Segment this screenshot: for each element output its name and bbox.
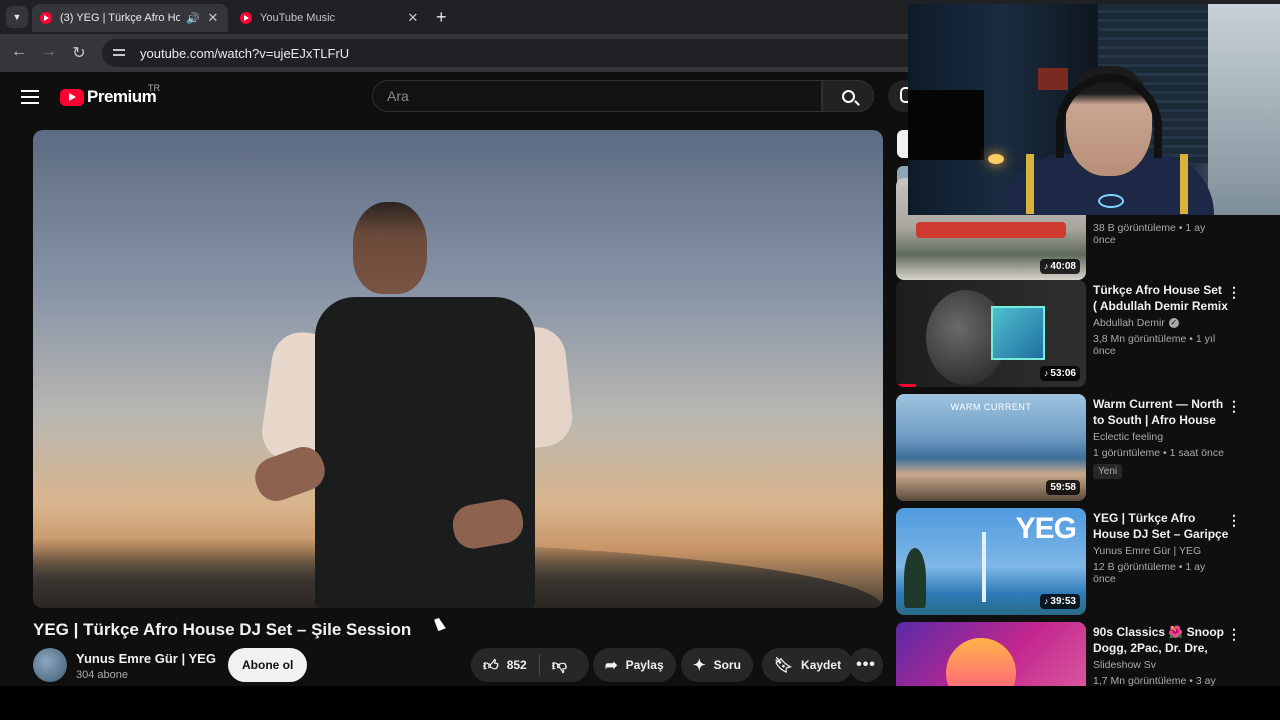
- share-arrow-icon: ➦: [605, 656, 618, 674]
- video-title: YEG | Türkçe Afro House DJ Set – Şile Se…: [33, 620, 412, 639]
- back-arrow-icon[interactable]: ←: [9, 43, 29, 61]
- address-bar[interactable]: youtube.com/watch?v=ujeEJxTLFrU: [102, 39, 922, 67]
- thumbs-down-icon: 👎︎: [551, 656, 567, 674]
- like-count: 852: [506, 658, 527, 672]
- sparkle-icon: ✦: [693, 656, 706, 674]
- search-icon: [841, 89, 855, 103]
- new-tab-plus-icon[interactable]: +: [436, 7, 447, 28]
- search-input[interactable]: [373, 81, 821, 111]
- share-label: Paylaş: [625, 658, 664, 672]
- recommendation-channel[interactable]: Slideshow Sv: [1093, 659, 1229, 671]
- video-frame-person: [249, 202, 583, 608]
- channel-name[interactable]: Yunus Emre Gür | YEG: [76, 651, 216, 666]
- recommendation-channel[interactable]: Yunus Emre Gür | YEG: [1093, 545, 1229, 557]
- close-tab-icon[interactable]: ✕: [406, 10, 420, 26]
- tab-title: (3) YEG | Türkçe Afro House DJ Set – Şil…: [60, 12, 181, 24]
- recommendation-meta: 3,8 Mn görüntüleme • 1 yıl önce: [1093, 333, 1216, 357]
- more-vertical-icon[interactable]: ⋮: [1226, 512, 1242, 529]
- more-horizontal-icon: •••: [856, 656, 876, 673]
- recommendation-channel[interactable]: Eclectic feeling: [1093, 431, 1229, 443]
- subscriber-count: 304 abone: [76, 669, 128, 681]
- recommendation-item[interactable]: YEG ♪ 39:53 YEG | Türkçe Afro House DJ Se…: [896, 508, 1280, 616]
- more-vertical-icon[interactable]: ⋮: [1226, 398, 1242, 415]
- browser-tab-youtube-music[interactable]: YouTube Music ✕: [232, 4, 428, 32]
- youtube-premium-logo[interactable]: Premium: [60, 87, 157, 107]
- youtube-music-favicon-icon: [240, 12, 252, 24]
- music-note-icon: ♪: [1043, 596, 1049, 606]
- music-note-icon: ♪: [1043, 261, 1049, 271]
- search-box: [372, 80, 822, 112]
- search-button[interactable]: [822, 80, 874, 112]
- chevron-down-icon: ▼: [12, 12, 22, 22]
- watch-progress-bar: [896, 384, 916, 387]
- duration-badge: ♪ 39:53: [1039, 594, 1080, 609]
- recommendation-title[interactable]: YEG | Türkçe Afro House DJ Set – Garipçe…: [1093, 510, 1229, 542]
- new-badge: Yeni: [1093, 464, 1123, 479]
- like-button[interactable]: 👍︎ 852: [471, 648, 539, 682]
- duration-badge: 59:58: [1046, 480, 1080, 495]
- youtube-favicon-icon: [40, 12, 52, 24]
- recommendation-meta: 38 B görüntüleme • 1 ay önce: [1093, 222, 1206, 246]
- channel-avatar[interactable]: [33, 648, 67, 682]
- url-text: youtube.com/watch?v=ujeEJxTLFrU: [140, 45, 350, 61]
- more-vertical-icon[interactable]: ⋮: [1226, 284, 1242, 301]
- site-info-icon[interactable]: [112, 46, 126, 60]
- recommendation-channel[interactable]: Abdullah Demir: [1093, 317, 1165, 329]
- recommendation-meta: 12 B görüntüleme • 1 ay önce: [1093, 561, 1206, 585]
- recommendation-item[interactable]: ♪ 53:06 Türkçe Afro House Set ( Abdullah …: [896, 280, 1280, 388]
- recommendation-item[interactable]: 90s Classics 🌺 Snoop Dogg, 2Pac, Dr. Dre…: [896, 622, 1280, 686]
- tab-title: YouTube Music: [260, 12, 336, 24]
- duration-badge: ♪ 53:06: [1039, 366, 1080, 381]
- like-dislike-group: 👍︎ 852 👎︎: [471, 648, 589, 682]
- save-label: Kaydet: [801, 658, 842, 672]
- region-code: TR: [148, 83, 160, 93]
- subscribe-button[interactable]: Abone ol: [228, 648, 308, 682]
- forward-arrow-icon[interactable]: →: [39, 43, 59, 61]
- dislike-button[interactable]: 👎︎: [540, 648, 579, 682]
- more-vertical-icon[interactable]: ⋮: [1226, 626, 1242, 643]
- webcam-overlay: [908, 4, 1280, 215]
- ask-button[interactable]: ✦ Soru: [681, 648, 753, 682]
- browser-tab-youtube[interactable]: (3) YEG | Türkçe Afro House DJ Set – Şil…: [32, 4, 228, 32]
- verified-check-icon: ✓: [1168, 318, 1179, 329]
- save-button[interactable]: 🔖︎ Kaydet: [762, 648, 854, 682]
- thumbnail-text: WARM CURRENT: [950, 402, 1032, 412]
- recommendation-title[interactable]: 90s Classics 🌺 Snoop Dogg, 2Pac, Dr. Dre…: [1093, 624, 1229, 656]
- recommendation-title[interactable]: Warm Current — North to South | Afro Hou…: [1093, 396, 1229, 428]
- thumbnail-text: YEG: [1015, 512, 1077, 545]
- more-actions-button[interactable]: •••: [849, 648, 883, 682]
- close-tab-icon[interactable]: ✕: [206, 10, 220, 26]
- tab-search-button[interactable]: ▼: [6, 6, 28, 28]
- recommendation-thumbnail[interactable]: ♪ 53:06: [896, 280, 1086, 387]
- recommendation-thumbnail[interactable]: YEG ♪ 39:53: [896, 508, 1086, 615]
- youtube-logo-icon: [60, 88, 84, 106]
- reload-icon[interactable]: ↻: [69, 43, 89, 63]
- hamburger-menu-icon[interactable]: [21, 90, 39, 104]
- recommendation-title[interactable]: Türkçe Afro House Set ( Abdullah Demir R…: [1093, 282, 1229, 314]
- recommendation-meta: 1,7 Mn görüntüleme • 3 ay önce: [1093, 675, 1216, 686]
- speaker-icon[interactable]: 🔊: [186, 12, 200, 25]
- thumbs-up-icon: 👍︎: [483, 656, 499, 674]
- mouse-cursor: [434, 616, 446, 632]
- music-note-icon: ♪: [1043, 368, 1049, 378]
- recommendation-meta: 1 görüntüleme • 1 saat önce: [1093, 447, 1224, 459]
- video-owner-row: Yunus Emre Gür | YEG 304 abone Abone ol …: [33, 648, 913, 684]
- duration-badge: ♪ 40:08: [1039, 259, 1080, 274]
- bookmark-icon: 🔖︎: [774, 656, 794, 674]
- recommendation-thumbnail[interactable]: [896, 622, 1086, 686]
- share-button[interactable]: ➦ Paylaş: [593, 648, 676, 682]
- recommendation-item[interactable]: WARM CURRENT 59:58 Warm Current — North …: [896, 394, 1280, 502]
- recommendation-thumbnail[interactable]: WARM CURRENT 59:58: [896, 394, 1086, 501]
- logo-text: Premium: [87, 87, 157, 106]
- ask-label: Soru: [713, 658, 741, 672]
- video-player[interactable]: [33, 130, 883, 608]
